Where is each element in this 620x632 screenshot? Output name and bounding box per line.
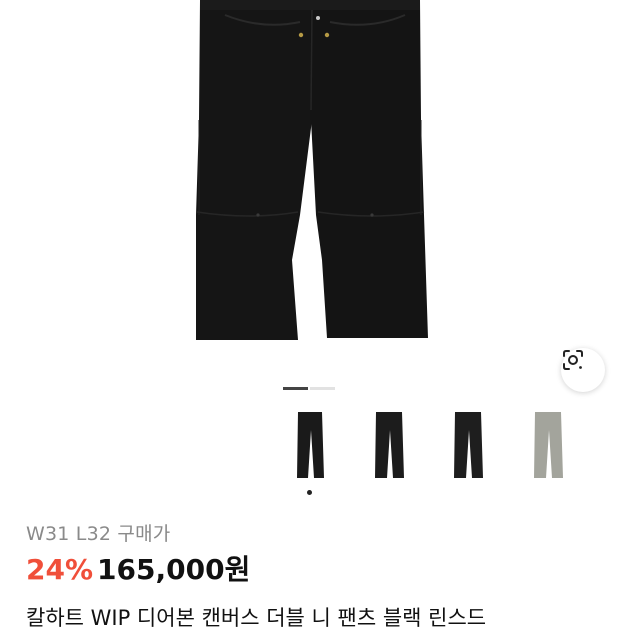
product-title: 칼하트 WIP 디어본 캔버스 더블 니 팬츠 블랙 린스드: [26, 606, 487, 630]
color-thumbnail-list: [0, 410, 620, 500]
option-label: W31 L32 구매가: [26, 523, 171, 545]
pants-illustration: [196, 0, 428, 340]
pants-thumbnail-icon: [608, 410, 620, 480]
price: 165,000원: [97, 553, 251, 586]
visual-search-icon: [563, 350, 583, 370]
product-image[interactable]: [0, 0, 620, 400]
pants-thumbnail-icon: [534, 412, 563, 478]
thumbnail-black-1[interactable]: [280, 410, 340, 490]
price-row: 24% 165,000원: [26, 548, 250, 588]
indicator-bar: [310, 387, 335, 390]
thumbnail-black-3[interactable]: [438, 410, 498, 490]
selected-thumbnail-dot: [307, 490, 312, 495]
gallery-page-indicator: [283, 387, 335, 390]
discount-rate: 24%: [26, 553, 94, 586]
pants-thumbnail-icon: [297, 412, 324, 478]
indicator-bar-active: [283, 387, 308, 390]
pants-thumbnail-icon: [454, 412, 483, 478]
thumbnail-brown[interactable]: [598, 410, 620, 490]
thumbnail-grey[interactable]: [518, 410, 578, 490]
pants-thumbnail-icon: [375, 412, 404, 478]
visual-search-button[interactable]: [561, 348, 605, 392]
thumbnail-black-2[interactable]: [359, 410, 419, 490]
